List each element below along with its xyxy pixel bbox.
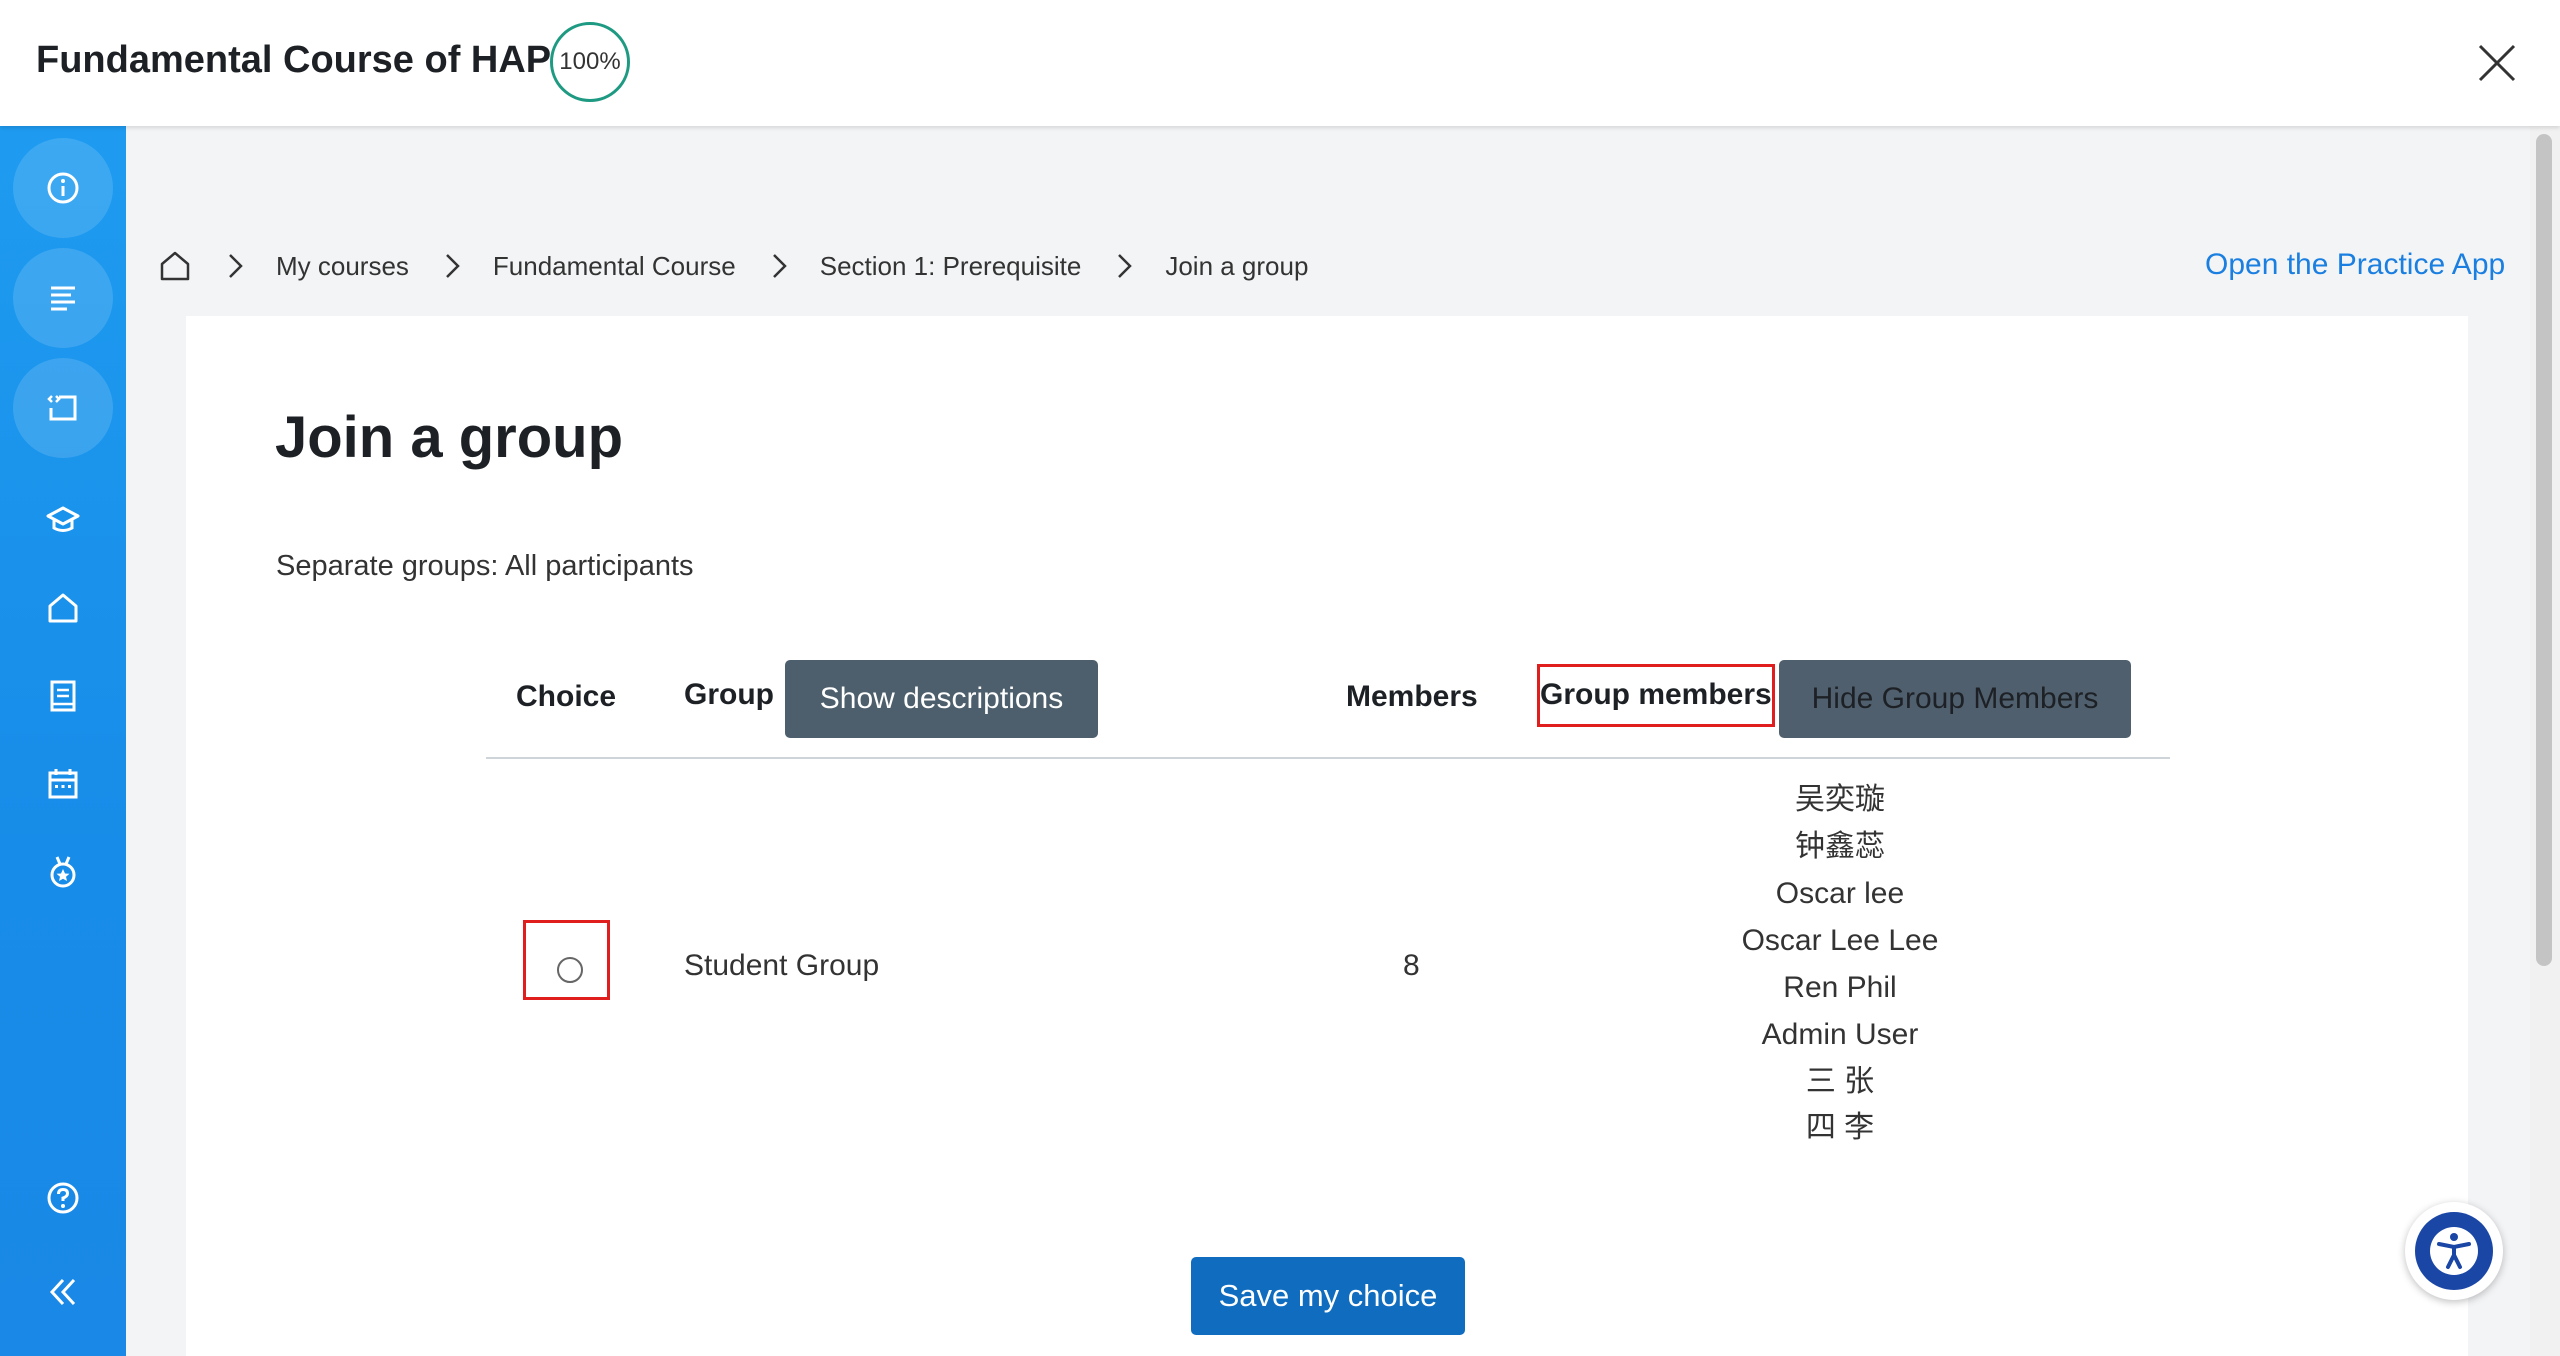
member-name: 吴奕璇 xyxy=(1795,783,1885,816)
member-name: Admin User xyxy=(1761,1018,1919,1051)
close-button[interactable] xyxy=(2472,38,2522,88)
collapse-icon xyxy=(49,1278,76,1306)
breadcrumb-my-courses[interactable]: My courses xyxy=(276,251,409,282)
groups-mode-label: Separate groups: All participants xyxy=(276,550,694,582)
breadcrumb-home[interactable] xyxy=(158,249,192,283)
home-icon xyxy=(48,593,78,623)
member-name: Ren Phil xyxy=(1783,971,1897,1004)
list-icon xyxy=(51,286,75,311)
table-divider xyxy=(486,757,2170,759)
graduation-cap-icon xyxy=(46,506,80,532)
calendar-icon xyxy=(48,769,78,799)
members-count: 8 xyxy=(1403,949,1420,982)
sidebar-collapse-button[interactable] xyxy=(33,1262,93,1322)
chevron-right-icon xyxy=(1111,251,1137,281)
member-name: 三 张 xyxy=(1805,1065,1875,1098)
sidebar-item-contents[interactable] xyxy=(13,248,113,348)
sidebar-item-help[interactable] xyxy=(33,1168,93,1228)
member-name: 钟鑫蕊 xyxy=(1795,830,1885,863)
group-choice-radio[interactable] xyxy=(557,957,583,983)
close-icon xyxy=(2478,44,2516,82)
progress-indicator: 100% xyxy=(550,22,630,102)
medal-icon xyxy=(50,856,76,888)
sidebar-item-library[interactable] xyxy=(33,666,93,726)
page-title: Join a group xyxy=(275,405,623,470)
sidebar-item-activity[interactable] xyxy=(13,358,113,458)
highlight-box xyxy=(1537,664,1775,727)
open-practice-app-link[interactable]: Open the Practice App xyxy=(2205,248,2505,282)
column-header-members: Members xyxy=(1346,680,1478,713)
sidebar-item-info[interactable] xyxy=(13,138,113,238)
main-card xyxy=(186,316,2468,1356)
sidebar-item-courses[interactable] xyxy=(33,490,93,550)
book-icon xyxy=(50,680,76,712)
column-header-choice: Choice xyxy=(516,680,617,713)
member-name: Oscar lee xyxy=(1775,877,1905,910)
chevron-right-icon xyxy=(222,251,248,281)
sidebar-item-home[interactable] xyxy=(33,578,93,638)
help-icon xyxy=(47,1182,79,1214)
breadcrumb: My courses Fundamental Course Section 1:… xyxy=(158,244,1308,288)
chevron-right-icon xyxy=(439,251,465,281)
group-name: Student Group xyxy=(684,949,880,982)
breadcrumb-course[interactable]: Fundamental Course xyxy=(493,251,736,282)
info-icon xyxy=(47,172,79,204)
scrollbar-thumb[interactable] xyxy=(2536,134,2552,966)
accessibility-button[interactable] xyxy=(2405,1202,2503,1300)
course-title: Fundamental Course of HAP xyxy=(36,39,552,81)
sidebar-item-calendar[interactable] xyxy=(33,754,93,814)
member-name: 四 李 xyxy=(1805,1111,1875,1144)
home-icon xyxy=(160,251,190,281)
save-my-choice-button[interactable]: Save my choice xyxy=(1191,1257,1465,1335)
chevron-right-icon xyxy=(766,251,792,281)
accessibility-icon-wrap xyxy=(2415,1212,2493,1290)
top-bar: Fundamental Course of HAP 100% xyxy=(0,0,2560,126)
member-name: Oscar Lee Lee xyxy=(1741,924,1939,957)
breadcrumb-section[interactable]: Section 1: Prerequisite xyxy=(820,251,1082,282)
hide-group-members-button[interactable]: Hide Group Members xyxy=(1779,660,2131,738)
sidebar-item-badges[interactable] xyxy=(33,842,93,902)
show-descriptions-button[interactable]: Show descriptions xyxy=(785,660,1098,738)
accessibility-icon xyxy=(2430,1227,2478,1275)
breadcrumb-current[interactable]: Join a group xyxy=(1165,251,1308,282)
column-header-group: Group xyxy=(684,678,774,711)
code-window-icon xyxy=(47,395,77,421)
